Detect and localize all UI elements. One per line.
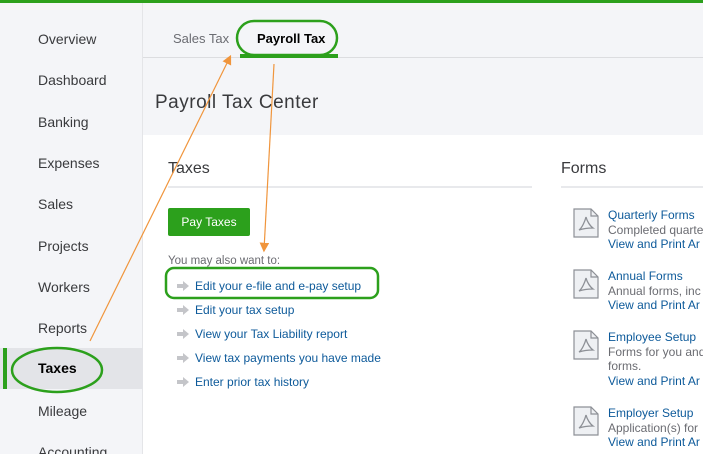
form-description: Annual forms, inc [608, 284, 701, 298]
form-description: Forms for you and [608, 345, 703, 359]
link-tax-liability-report[interactable]: View your Tax Liability report [177, 326, 347, 342]
arrow-right-icon [177, 281, 189, 291]
sidebar-item-dashboard[interactable]: Dashboard [0, 60, 143, 101]
sidebar-item-label: Overview [38, 31, 97, 47]
link-label: View tax payments you have made [195, 351, 381, 365]
form-description: Completed quarte [608, 223, 703, 237]
sidebar: Overview Dashboard Banking Expenses Sale… [0, 3, 143, 454]
sidebar-item-accounting[interactable]: Accounting [0, 432, 143, 454]
form-title-link[interactable]: Employer Setup [608, 406, 693, 420]
link-prior-tax-history[interactable]: Enter prior tax history [177, 374, 309, 390]
sidebar-item-banking[interactable]: Banking [0, 102, 143, 143]
view-print-link[interactable]: View and Print Ar [608, 435, 700, 449]
sidebar-item-workers[interactable]: Workers [0, 267, 143, 308]
pdf-file-icon [573, 269, 599, 299]
link-tax-payments-made[interactable]: View tax payments you have made [177, 350, 381, 366]
pdf-file-icon [573, 208, 599, 238]
tab-sales-tax[interactable]: Sales Tax [173, 31, 229, 46]
sidebar-item-label: Workers [38, 279, 90, 295]
sidebar-item-projects[interactable]: Projects [0, 226, 143, 267]
form-title-link[interactable]: Annual Forms [608, 269, 683, 283]
forms-section-title: Forms [561, 160, 607, 177]
sidebar-item-label: Sales [38, 196, 74, 212]
page-header: Payroll Tax Center [143, 59, 703, 135]
active-tab-indicator [240, 54, 338, 58]
sidebar-item-label: Expenses [38, 155, 100, 171]
link-label: View your Tax Liability report [195, 327, 348, 341]
sidebar-item-label: Taxes [38, 360, 77, 376]
form-item-employer-setup: Employer Setup Application(s) for View a… [571, 406, 703, 450]
link-edit-efile-epay[interactable]: Edit your e-file and e-pay setup [177, 278, 361, 294]
main-content: Taxes Pay Taxes You may also want to: Ed… [143, 135, 703, 454]
sidebar-item-sales[interactable]: Sales [0, 184, 143, 225]
also-want-label: You may also want to: [168, 255, 281, 267]
sidebar-item-label: Projects [38, 238, 89, 254]
arrow-right-icon [177, 329, 189, 339]
arrow-right-icon [177, 353, 189, 363]
taxes-section-divider [168, 186, 532, 188]
sidebar-item-label: Banking [38, 114, 89, 130]
taxes-section-title: Taxes [168, 160, 210, 177]
arrow-right-icon [177, 305, 189, 315]
form-description-continued: forms. [608, 359, 642, 373]
view-print-link[interactable]: View and Print Ar [608, 374, 700, 388]
pdf-file-icon [573, 406, 599, 436]
sidebar-item-taxes[interactable]: Taxes [0, 348, 143, 389]
sidebar-item-label: Reports [38, 320, 88, 336]
view-print-link[interactable]: View and Print Ar [608, 237, 700, 251]
form-item-employee-setup: Employee Setup Forms for you and forms. … [571, 330, 703, 388]
tab-bar: Sales Tax Payroll Tax [143, 3, 703, 58]
pdf-file-icon [573, 330, 599, 360]
sidebar-item-reports[interactable]: Reports [0, 308, 143, 349]
view-print-link[interactable]: View and Print Ar [608, 298, 700, 312]
form-title-link[interactable]: Employee Setup [608, 330, 696, 344]
form-title-link[interactable]: Quarterly Forms [608, 208, 695, 222]
forms-section-divider [561, 186, 703, 188]
link-label: Enter prior tax history [195, 375, 310, 389]
sidebar-item-mileage[interactable]: Mileage [0, 391, 143, 432]
page-title: Payroll Tax Center [155, 92, 319, 113]
form-item-quarterly: Quarterly Forms Completed quarte View an… [571, 208, 703, 252]
link-edit-tax-setup[interactable]: Edit your tax setup [177, 302, 294, 318]
pay-taxes-button[interactable]: Pay Taxes [168, 208, 250, 236]
link-label: Edit your tax setup [195, 303, 295, 317]
sidebar-item-expenses[interactable]: Expenses [0, 143, 143, 184]
arrow-right-icon [177, 377, 189, 387]
sidebar-item-label: Accounting [38, 444, 108, 454]
sidebar-item-label: Dashboard [38, 72, 107, 88]
sidebar-item-overview[interactable]: Overview [0, 19, 143, 60]
form-description: Application(s) for [608, 421, 699, 435]
tab-payroll-tax[interactable]: Payroll Tax [257, 31, 325, 46]
sidebar-item-label: Mileage [38, 403, 88, 419]
form-item-annual: Annual Forms Annual forms, inc View and … [571, 269, 703, 313]
link-label: Edit your e-file and e-pay setup [195, 279, 362, 293]
